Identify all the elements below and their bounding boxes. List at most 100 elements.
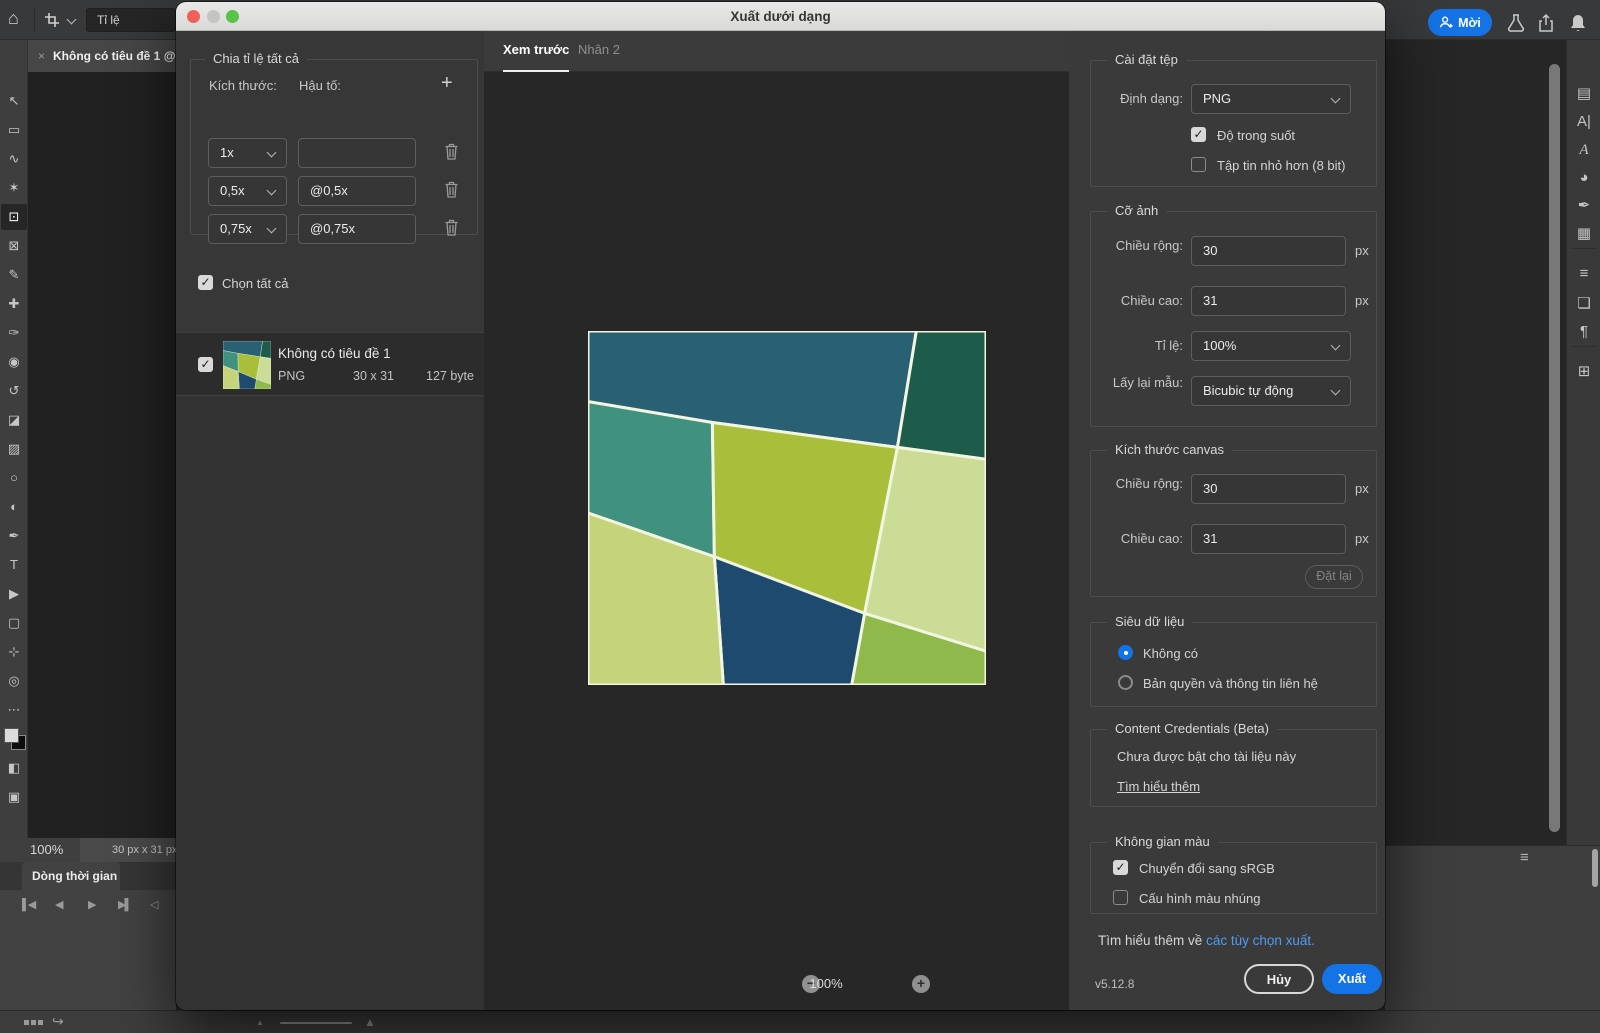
smaller-file-checkbox[interactable]	[1191, 157, 1206, 172]
scrollbar[interactable]	[1549, 64, 1560, 832]
scale-size-select[interactable]: 1x	[208, 138, 287, 168]
color-swatches[interactable]	[1, 726, 27, 752]
crop-tool-icon[interactable]	[44, 12, 60, 28]
crop-preset-field[interactable]: Tỉ lệ	[86, 8, 176, 32]
format-select[interactable]: PNG	[1191, 84, 1351, 114]
panel-menu-icon[interactable]: ≡	[1520, 849, 1529, 866]
scale-size-select[interactable]: 0,75x	[208, 214, 287, 244]
previous-frame-button[interactable]: ◀	[55, 898, 61, 911]
color-panel-icon[interactable]: ◕	[1571, 166, 1597, 190]
quick-mask-icon[interactable]: ◧	[1, 755, 27, 781]
screen-mode-icon[interactable]: ▣	[1, 784, 27, 810]
beaker-icon[interactable]	[1506, 13, 1526, 33]
healing-brush-tool-icon[interactable]: ✚	[1, 291, 27, 317]
eyedropper-tool-icon[interactable]: ✎	[1, 262, 27, 288]
home-icon[interactable]: ⌂	[8, 8, 19, 29]
learn-more-link[interactable]: Tìm hiểu thêm	[1117, 779, 1200, 794]
marquee-tool-icon[interactable]: ▭	[1, 117, 27, 143]
select-all-checkbox[interactable]	[198, 275, 213, 290]
add-scale-icon[interactable]: +	[441, 73, 453, 93]
timeline-zoom-out-icon[interactable]: ▲	[256, 1018, 264, 1027]
quick-selection-tool-icon[interactable]: ✶	[1, 175, 27, 201]
reset-button[interactable]: Đặt lại	[1305, 565, 1363, 589]
type-tool-icon[interactable]: T	[1, 552, 27, 578]
image-width-label: Chiều rộng:	[1091, 238, 1183, 254]
preview-tab[interactable]: Nhân 2	[578, 31, 620, 72]
brush-tool-icon[interactable]: ✑	[1, 320, 27, 346]
canvas-width-input[interactable]: 30	[1191, 474, 1346, 504]
layout-squares-icon[interactable]	[24, 1020, 29, 1025]
timeline-tab[interactable]: Dòng thời gian	[22, 862, 120, 890]
gradient-tool-icon[interactable]: ▨	[1, 436, 27, 462]
first-frame-button[interactable]: ▌◀	[22, 898, 34, 911]
adjustments-panel-icon[interactable]: ≡	[1571, 262, 1597, 286]
lasso-tool-icon[interactable]: ∿	[1, 146, 27, 172]
delete-scale-icon[interactable]	[442, 143, 460, 163]
grid-panel-icon[interactable]: ⊞	[1571, 360, 1597, 384]
history-brush-tool-icon[interactable]: ↺	[1, 378, 27, 404]
preview-zoom-controls: − 100% +	[724, 975, 964, 995]
timeline-zoom-in-icon[interactable]: ▲	[364, 1015, 376, 1029]
share-icon[interactable]	[1536, 13, 1556, 33]
export-as-dialog: Xuất dưới dạng Chia tỉ lệ tất cả Kích th…	[176, 2, 1385, 1010]
scale-suffix-input[interactable]: @0,75x	[298, 214, 416, 244]
export-options-link[interactable]: các tùy chọn xuất.	[1206, 933, 1315, 948]
panel-divider[interactable]	[1571, 346, 1597, 347]
dodge-tool-icon[interactable]: ◐	[1, 494, 27, 520]
frame-tool-icon[interactable]: ⊠	[1, 233, 27, 259]
character-panel-icon[interactable]: A|	[1571, 110, 1597, 134]
clone-stamp-tool-icon[interactable]: ◉	[1, 349, 27, 375]
next-frame-button[interactable]: ▶▌	[118, 898, 130, 911]
blur-tool-icon[interactable]: ○	[1, 465, 27, 491]
more-tools-icon[interactable]: ⋯	[1, 697, 27, 723]
document-tab[interactable]: ×Không có tiêu đề 1 @ 10	[28, 40, 176, 72]
shape-tool-icon[interactable]: ▢	[1, 610, 27, 636]
eraser-tool-icon[interactable]: ◪	[1, 407, 27, 433]
paragraph-panel-icon[interactable]: ¶	[1571, 320, 1597, 344]
scale-select[interactable]: 100%	[1191, 331, 1351, 361]
layers-panel-icon[interactable]: ❏	[1571, 292, 1597, 316]
hand-tool-icon[interactable]: ⊹	[1, 639, 27, 665]
document-zoom-level[interactable]: 100%	[30, 842, 63, 857]
panel-divider[interactable]	[1571, 248, 1597, 249]
bell-icon[interactable]	[1568, 13, 1588, 33]
pattern-panel-icon[interactable]: ▦	[1571, 222, 1597, 246]
image-width-input[interactable]: 30	[1191, 236, 1346, 266]
glyphs-panel-icon[interactable]: A	[1571, 138, 1597, 162]
cancel-button[interactable]: Hủy	[1244, 964, 1314, 994]
resample-select[interactable]: Bicubic tự động	[1191, 376, 1351, 406]
convert-srgb-checkbox[interactable]	[1113, 860, 1128, 875]
chevron-down-icon[interactable]	[67, 15, 77, 25]
metadata-none-radio[interactable]	[1118, 645, 1133, 660]
delete-scale-icon[interactable]	[442, 181, 460, 201]
file-item-checkbox[interactable]	[198, 357, 213, 372]
invite-button[interactable]: Mời	[1428, 9, 1492, 36]
pen-tool-icon[interactable]: ✒	[1, 523, 27, 549]
zoom-tool-icon[interactable]: ◎	[1, 668, 27, 694]
delete-scale-icon[interactable]	[442, 219, 460, 239]
image-height-input[interactable]: 31	[1191, 286, 1346, 316]
export-arrow-icon[interactable]: ↪	[52, 1013, 64, 1030]
libraries-panel-icon[interactable]: ▤	[1571, 82, 1597, 106]
path-selection-tool-icon[interactable]: ▶	[1, 581, 27, 607]
move-tool-icon[interactable]: ↖	[1, 88, 27, 114]
play-button[interactable]: ▶	[88, 898, 94, 911]
zoom-in-button[interactable]: +	[912, 975, 930, 993]
close-icon[interactable]: ×	[38, 49, 45, 63]
export-button[interactable]: Xuất	[1322, 964, 1382, 994]
embed-profile-checkbox[interactable]	[1113, 890, 1128, 905]
scale-size-select[interactable]: 0,5x	[208, 176, 287, 206]
preview-tab[interactable]: Xem trước	[503, 31, 569, 72]
timeline-zoom-slider[interactable]	[280, 1022, 352, 1024]
paths-panel-icon[interactable]: ✒	[1571, 194, 1597, 218]
metadata-copyright-radio[interactable]	[1118, 675, 1133, 690]
scale-suffix-input[interactable]: @0,5x	[298, 176, 416, 206]
audio-toggle-button[interactable]: ◁	[150, 898, 156, 911]
canvas-height-input[interactable]: 31	[1191, 524, 1346, 554]
panel-scrollbar[interactable]	[1592, 849, 1598, 887]
transparency-checkbox[interactable]	[1191, 127, 1206, 142]
scale-suffix-input[interactable]	[298, 138, 416, 168]
export-file-item[interactable]: Không có tiêu đề 1 PNG 30 x 31 127 byte	[176, 332, 484, 396]
canvas-height-label: Chiều cao:	[1091, 531, 1183, 547]
crop-tool-icon[interactable]: ⊡	[1, 204, 27, 230]
